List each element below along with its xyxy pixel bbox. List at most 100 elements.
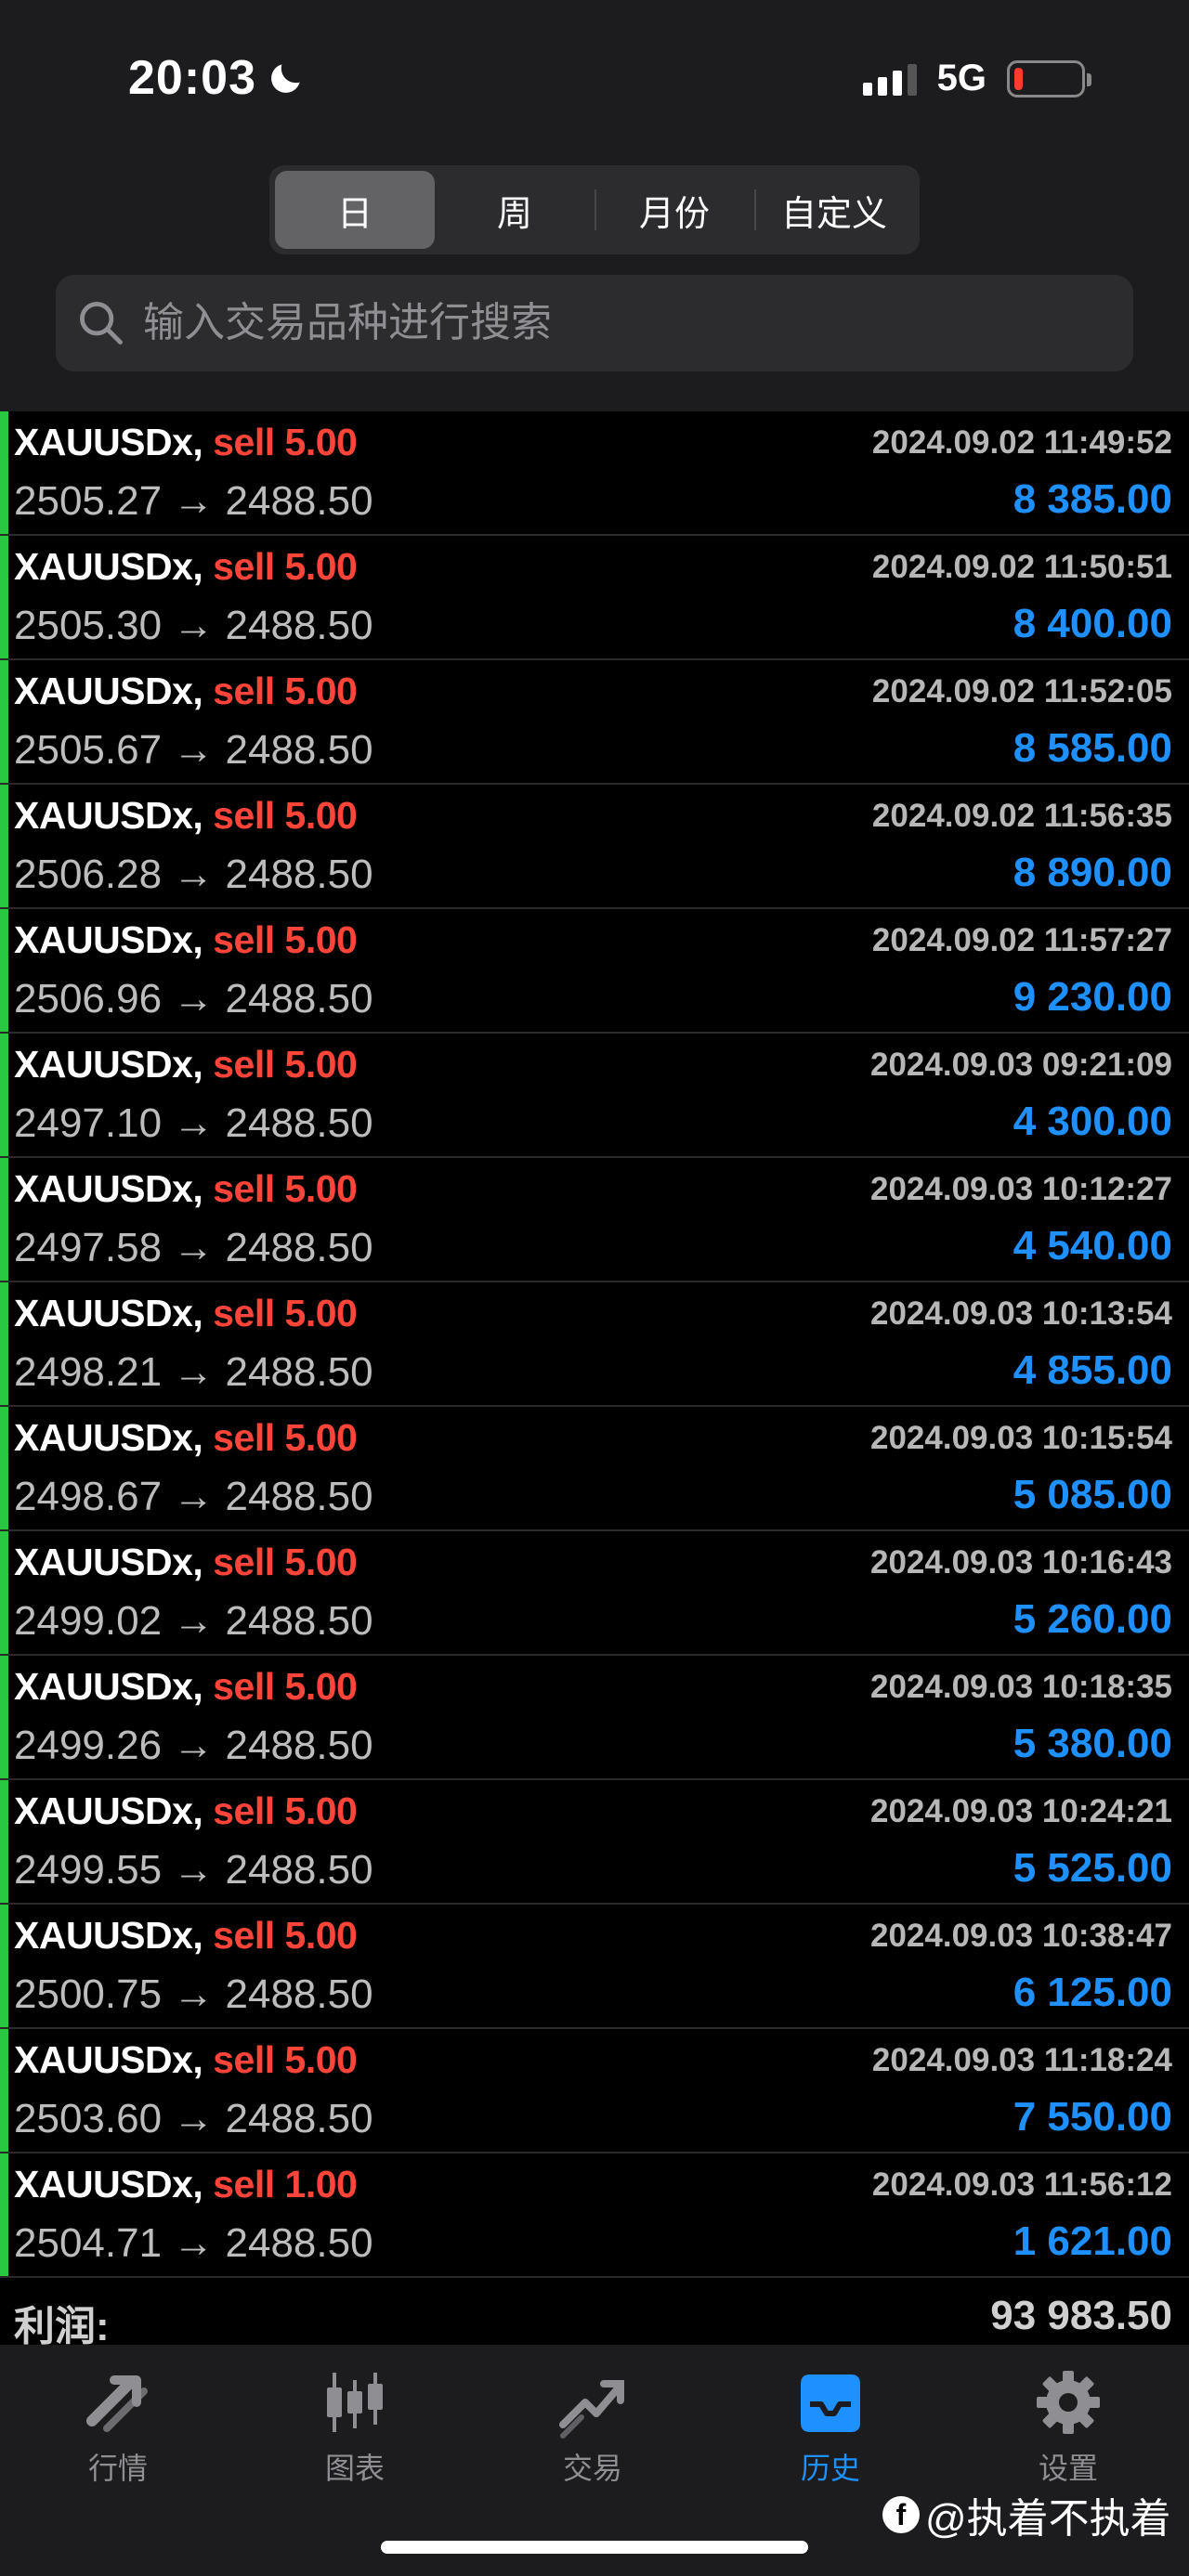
trade-profit: 6 125.00	[1013, 1970, 1172, 2015]
gear-icon	[1037, 2371, 1100, 2434]
status-time: 20:03	[128, 50, 307, 106]
trade-row[interactable]: XAUUSDx, sell 5.00 2024.09.02 11:56:35 2…	[0, 785, 1189, 909]
trade-profit: 8 400.00	[1013, 601, 1172, 646]
tab-week[interactable]: 周	[435, 171, 594, 249]
trade-profit: 1 621.00	[1013, 2218, 1172, 2264]
tab-month[interactable]: 月份	[594, 171, 754, 249]
trade-symbol: XAUUSDx,	[14, 1541, 203, 1583]
quotes-icon	[86, 2375, 148, 2432]
watermark-text: @执着不执着	[925, 2496, 1171, 2542]
trade-profit: 4 540.00	[1013, 1223, 1172, 1268]
trade-side: sell 5.00	[213, 1167, 358, 1210]
trade-symbol: XAUUSDx,	[14, 670, 203, 712]
home-indicator[interactable]	[381, 2541, 808, 2554]
search-icon	[80, 302, 123, 345]
trade-prices: 2498.21 → 2488.50	[14, 1349, 373, 1395]
trade-profit: 5 380.00	[1013, 1721, 1172, 1766]
trade-side: sell 5.00	[213, 670, 358, 712]
trade-row[interactable]: XAUUSDx, sell 5.00 2024.09.03 10:12:27 2…	[0, 1158, 1189, 1282]
search-input[interactable]	[141, 299, 1074, 347]
trade-profit: 9 230.00	[1013, 974, 1172, 1020]
trade-datetime: 2024.09.03 11:56:12	[871, 2166, 1172, 2203]
tab-history[interactable]: 历史	[761, 2365, 900, 2488]
trade-datetime: 2024.09.03 11:18:24	[871, 2042, 1172, 2078]
tab-label: 图表	[324, 2452, 385, 2485]
profit-summary: 利润: 93 983.50	[0, 2289, 1189, 2349]
trade-side: sell 5.00	[213, 1292, 358, 1334]
trade-symbol: XAUUSDx,	[14, 1416, 203, 1459]
tab-label: 交易	[562, 2452, 622, 2485]
candlestick-chart-icon	[327, 2373, 383, 2432]
trade-prices: 2504.71 → 2488.50	[14, 2220, 373, 2266]
trade-symbol: XAUUSDx,	[14, 918, 203, 961]
trade-symbol: XAUUSDx,	[14, 2163, 203, 2205]
trade-side: sell 5.00	[213, 1789, 358, 1832]
trade-side: sell 5.00	[213, 1416, 358, 1459]
trade-datetime: 2024.09.02 11:50:51	[871, 549, 1172, 585]
tab-charts[interactable]: 图表	[285, 2365, 425, 2488]
trade-prices: 2498.67 → 2488.50	[14, 1474, 373, 1519]
trade-profit: 4 300.00	[1013, 1099, 1172, 1144]
trade-prices: 2506.28 → 2488.50	[14, 852, 373, 897]
trade-symbol: XAUUSDx,	[14, 1167, 203, 1210]
tab-day[interactable]: 日	[275, 171, 435, 249]
trade-symbol: XAUUSDx,	[14, 545, 203, 588]
trade-datetime: 2024.09.03 10:16:43	[870, 1544, 1172, 1581]
trade-prices: 2505.67 → 2488.50	[14, 727, 373, 773]
trade-row[interactable]: XAUUSDx, sell 1.00 2024.09.03 11:56:12 2…	[0, 2153, 1189, 2278]
tab-settings[interactable]: 设置	[999, 2365, 1138, 2488]
trade-row[interactable]: XAUUSDx, sell 5.00 2024.09.02 11:50:51 2…	[0, 536, 1189, 660]
trade-prices: 2499.26 → 2488.50	[14, 1723, 373, 1768]
trade-prices: 2499.02 → 2488.50	[14, 1598, 373, 1644]
trade-profit: 5 085.00	[1013, 1472, 1172, 1517]
trade-history-list: XAUUSDx, sell 5.00 2024.09.02 11:49:52 2…	[0, 411, 1189, 2278]
trade-prices: 2500.75 → 2488.50	[14, 1971, 373, 2017]
tab-label: 设置	[1038, 2452, 1098, 2485]
trade-datetime: 2024.09.02 11:56:35	[871, 798, 1172, 834]
trade-profit: 8 890.00	[1013, 850, 1172, 895]
trade-row[interactable]: XAUUSDx, sell 5.00 2024.09.03 10:13:54 2…	[0, 1282, 1189, 1407]
trade-row[interactable]: XAUUSDx, sell 5.00 2024.09.03 09:21:09 2…	[0, 1034, 1189, 1158]
trade-datetime: 2024.09.02 11:49:52	[871, 424, 1172, 461]
header: 20:03 5G 日 周 月份 自定义	[0, 0, 1189, 411]
trade-row[interactable]: XAUUSDx, sell 5.00 2024.09.02 11:57:27 2…	[0, 909, 1189, 1034]
trade-prices: 2505.30 → 2488.50	[14, 603, 373, 648]
trade-datetime: 2024.09.03 09:21:09	[870, 1047, 1172, 1083]
history-inbox-icon	[801, 2374, 860, 2432]
trade-trend-icon	[559, 2380, 624, 2439]
network-type: 5G	[936, 58, 986, 98]
trade-row[interactable]: XAUUSDx, sell 5.00 2024.09.03 10:16:43 2…	[0, 1531, 1189, 1656]
trade-datetime: 2024.09.03 10:18:35	[870, 1669, 1172, 1705]
trade-side: sell 5.00	[213, 1665, 358, 1708]
search-bar[interactable]	[56, 275, 1133, 371]
tab-trade[interactable]: 交易	[523, 2365, 662, 2488]
trade-symbol: XAUUSDx,	[14, 1292, 203, 1334]
trade-prices: 2503.60 → 2488.50	[14, 2096, 373, 2141]
facebook-logo-icon: f	[882, 2496, 920, 2533]
trade-datetime: 2024.09.02 11:52:05	[871, 673, 1172, 709]
trade-profit: 4 855.00	[1013, 1347, 1172, 1393]
trade-profit: 5 525.00	[1013, 1845, 1172, 1891]
tab-quotes[interactable]: 行情	[48, 2365, 188, 2488]
trade-datetime: 2024.09.03 10:13:54	[870, 1295, 1172, 1332]
trade-row[interactable]: XAUUSDx, sell 5.00 2024.09.03 11:18:24 2…	[0, 2029, 1189, 2153]
trade-row[interactable]: XAUUSDx, sell 5.00 2024.09.03 10:38:47 2…	[0, 1905, 1189, 2029]
trade-row[interactable]: XAUUSDx, sell 5.00 2024.09.03 10:15:54 2…	[0, 1407, 1189, 1531]
trade-symbol: XAUUSDx,	[14, 1043, 203, 1086]
profit-label: 利润:	[14, 2304, 110, 2349]
trade-side: sell 5.00	[213, 421, 358, 463]
trade-row[interactable]: XAUUSDx, sell 5.00 2024.09.02 11:49:52 2…	[0, 411, 1189, 536]
trade-prices: 2505.27 → 2488.50	[14, 478, 373, 524]
tab-custom[interactable]: 自定义	[754, 171, 914, 249]
trade-side: sell 5.00	[213, 1541, 358, 1583]
trade-side: sell 1.00	[213, 2163, 358, 2205]
trade-row[interactable]: XAUUSDx, sell 5.00 2024.09.02 11:52:05 2…	[0, 660, 1189, 785]
trade-row[interactable]: XAUUSDx, sell 5.00 2024.09.03 10:24:21 2…	[0, 1780, 1189, 1905]
trade-datetime: 2024.09.03 10:12:27	[870, 1171, 1172, 1207]
trade-side: sell 5.00	[213, 545, 358, 588]
trade-prices: 2499.55 → 2488.50	[14, 1847, 373, 1893]
period-segmented-control: 日 周 月份 自定义	[269, 165, 920, 254]
trade-symbol: XAUUSDx,	[14, 794, 203, 837]
trade-symbol: XAUUSDx,	[14, 1914, 203, 1957]
trade-row[interactable]: XAUUSDx, sell 5.00 2024.09.03 10:18:35 2…	[0, 1656, 1189, 1780]
